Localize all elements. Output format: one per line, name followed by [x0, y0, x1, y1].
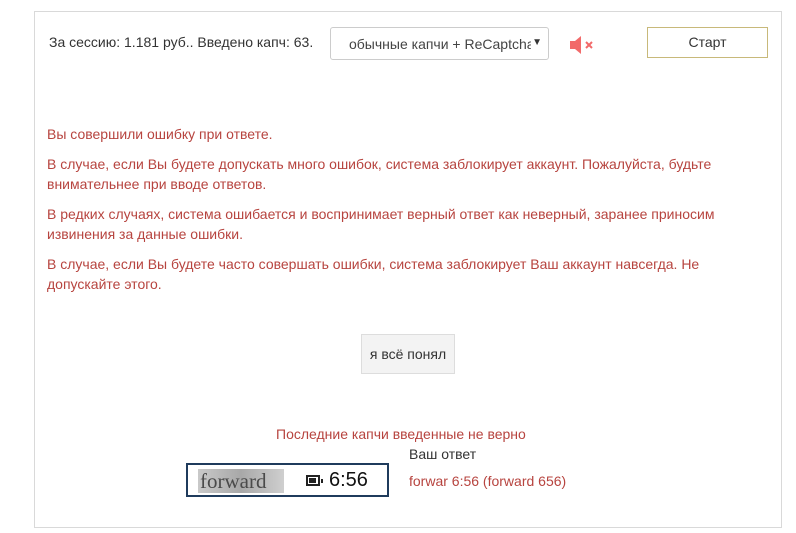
error-message-3: В редких случаях, система ошибается и во… — [47, 206, 715, 242]
captcha-word-region: forward — [198, 469, 284, 493]
last-errors-title: Последние капчи введенные не верно — [276, 426, 526, 442]
session-stats: За сессию: 1.181 руб.. Введено капч: 63. — [49, 34, 314, 50]
error-message-4: В случае, если Вы будете часто совершать… — [47, 256, 700, 292]
chevron-down-icon: ▼ — [532, 37, 542, 48]
acknowledge-button[interactable]: я всё понял — [361, 334, 455, 374]
captcha-mode-select[interactable]: обычные капчи + ReCaptcha ▼ — [330, 27, 549, 60]
captcha-image: forward 6:56 — [186, 463, 389, 497]
captcha-time: 6:56 — [329, 469, 368, 491]
captcha-mode-value: обычные капчи + ReCaptcha — [349, 36, 531, 52]
speaker-muted-icon[interactable] — [568, 34, 598, 56]
error-message-2: В случае, если Вы будете допускать много… — [47, 156, 712, 192]
battery-icon — [306, 475, 323, 486]
start-button[interactable]: Старт — [647, 27, 768, 58]
error-message-1: Вы совершили ошибку при ответе. — [47, 126, 273, 142]
captcha-word: forward — [200, 469, 267, 493]
your-answer-header: Ваш ответ — [409, 446, 477, 462]
your-answer-value: forwar 6:56 (forward 656) — [409, 473, 567, 489]
